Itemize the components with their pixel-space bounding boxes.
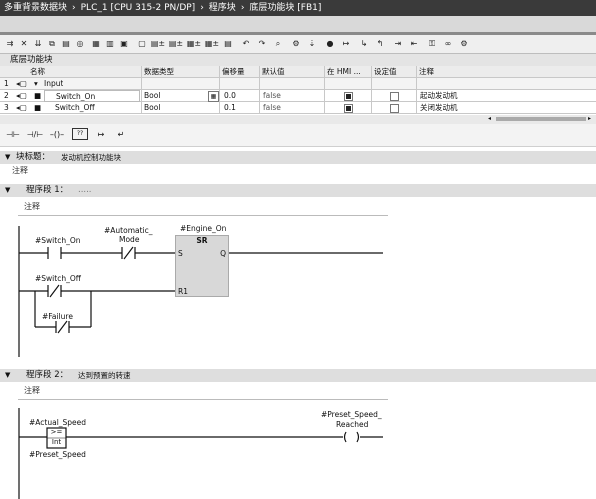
compare-operator: >= xyxy=(50,428,63,436)
network-2-comment-box[interactable]: 注释 xyxy=(18,382,388,400)
network-label: 程序段 2： xyxy=(26,370,69,380)
network-2-header[interactable]: ▼ 程序段 2： 达到预置的转速 xyxy=(0,369,596,382)
network-title[interactable]: 达到预置的转速 xyxy=(78,369,131,382)
coil-label-2[interactable]: Reached xyxy=(336,420,368,429)
coil-label-1[interactable]: #Preset_Speed_ xyxy=(321,410,382,419)
network-comment[interactable]: 注释 xyxy=(24,385,40,396)
compare-type: Int xyxy=(51,438,62,446)
ladder-wiring xyxy=(18,226,383,499)
collapse-icon[interactable]: ▼ xyxy=(5,369,10,382)
compare-in2-label[interactable]: #Preset_Speed xyxy=(29,450,86,459)
compare-in1-label[interactable]: #Actual_Speed xyxy=(29,418,86,427)
